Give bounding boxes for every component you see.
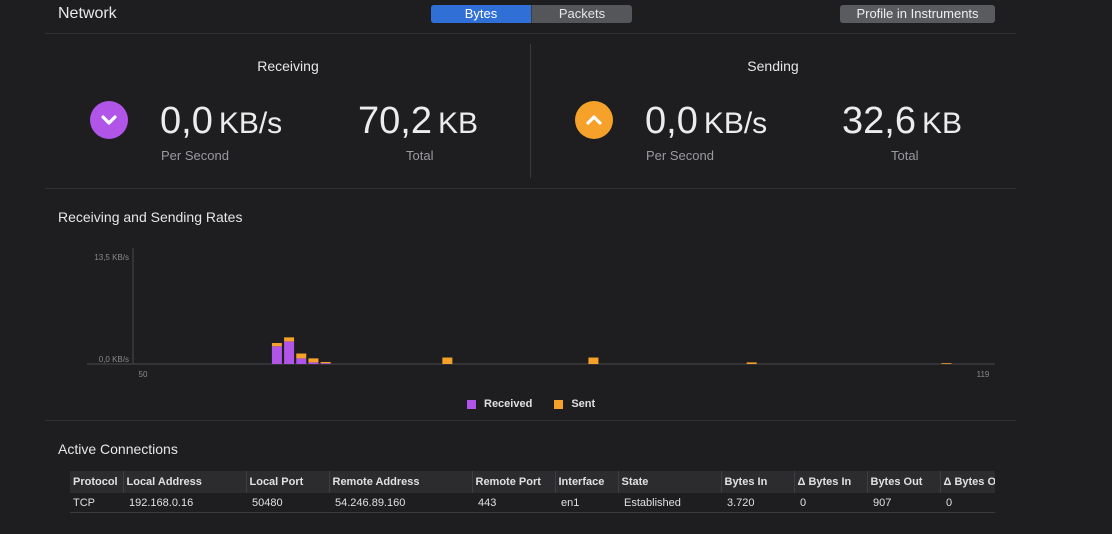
table-cell: 907 [867,493,940,513]
column-header[interactable]: Local Port [245,471,329,493]
table-cell: en1 [555,493,618,513]
table-cell: 443 [472,493,555,513]
connections-table-container: Protocol Local Address Local Port Remote Ad… [70,471,995,513]
bar-received [296,358,307,364]
bar-sent [308,358,319,363]
column-header[interactable]: Protocol [70,471,123,493]
table-cell: 192.168.0.16 [123,493,246,513]
legend-sent-swatch [554,399,564,409]
table-row[interactable]: TCP 192.168.0.16 50480 54.246.89.160 443 en1 E… [70,493,995,513]
active-connections-title: Active Connections [58,441,178,457]
chart-legend: Received Sent [467,398,595,410]
table-cell: 0 [940,493,995,513]
connections-table: Protocol Local Address Local Port Remote Ad… [70,471,995,513]
table-cell: Established [618,493,721,513]
bar-sent [296,353,307,359]
bar-sent [588,357,599,364]
table-cell: 3.720 [721,493,794,513]
bar-received [320,363,331,364]
rates-chart: 13,5 KB/s 0,0 KB/s 50 119 [87,248,995,379]
column-header[interactable]: Bytes In [720,471,794,493]
chart-divider [45,420,1016,421]
table-cell: 0 [794,493,867,513]
legend-sent-label: Sent [571,398,596,410]
bar-sent [746,362,757,364]
x-tick-start: 50 [139,370,148,379]
legend-received-label: Received [484,398,533,410]
column-header[interactable]: Δ Bytes In [793,471,867,493]
column-header[interactable]: Local Address [122,471,246,493]
y-tick-bottom: 0,0 KB/s [99,355,129,364]
bar-sent [442,357,453,364]
chart-bars [271,337,952,364]
column-header[interactable]: State [617,471,721,493]
bar-sent [271,343,282,347]
table-cell: TCP [70,493,123,513]
y-tick-top: 13,5 KB/s [94,253,129,262]
bar-received [271,346,282,364]
column-header[interactable]: Interface [554,471,618,493]
bar-sent [941,363,952,364]
x-tick-end: 119 [977,370,990,379]
bar-received [284,341,295,364]
column-header[interactable]: Bytes Out [866,471,940,493]
column-header[interactable]: Δ Bytes Out [939,471,995,493]
legend-received-swatch [467,399,476,409]
table-cell: 54.246.89.160 [329,493,472,513]
table-cell: 50480 [246,493,329,513]
column-header[interactable]: Remote Port [471,471,555,493]
bar-sent [284,337,295,342]
column-header[interactable]: Remote Address [328,471,472,493]
bar-sent [320,361,331,364]
table-header-row: Protocol Local Address Local Port Remote Ad… [70,471,995,493]
bar-received [308,362,319,364]
